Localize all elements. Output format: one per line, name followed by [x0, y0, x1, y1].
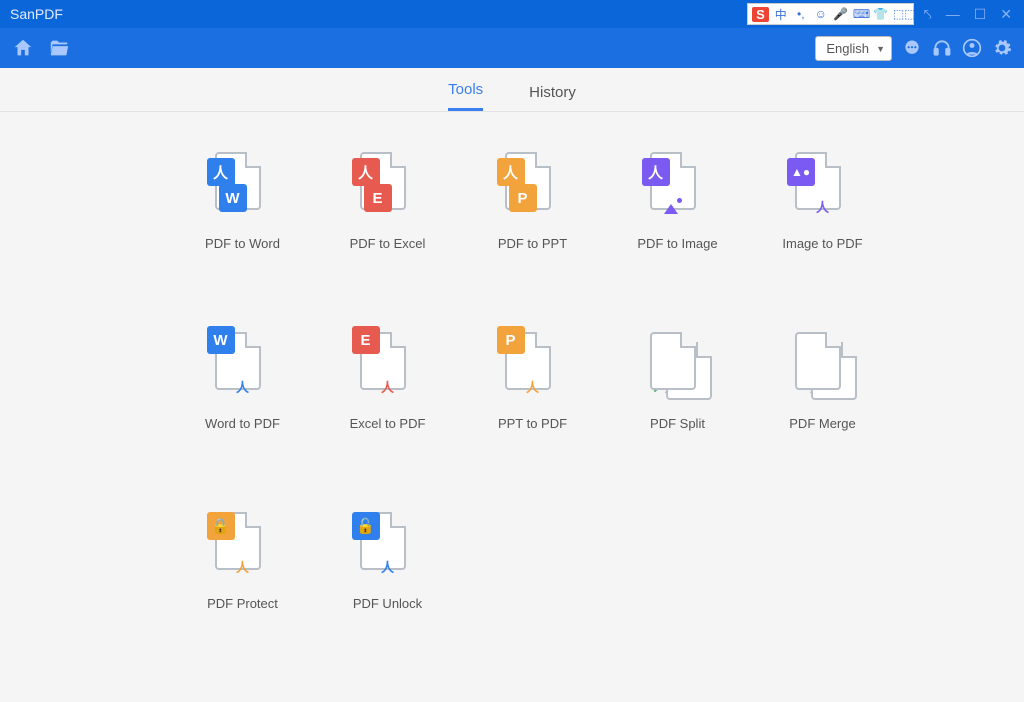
file-word-icon: 人 W	[215, 152, 271, 222]
title-bar: SanPDF S 中 •, ☺ 🎤 ⌨ 👕 ⬚⬚ ⤣ — ☐ ✕	[0, 0, 1024, 28]
file-split-icon: 人	[650, 332, 706, 402]
language-select[interactable]: English	[815, 36, 892, 61]
close-icon[interactable]: ✕	[996, 6, 1016, 23]
tool-word-to-pdf[interactable]: W 人 Word to PDF	[170, 332, 315, 502]
file-lock-icon: 🔒 人	[215, 512, 271, 582]
tool-pdf-to-word[interactable]: 人 W PDF to Word	[170, 152, 315, 322]
main-toolbar: English	[0, 28, 1024, 68]
tool-label: PDF Split	[650, 416, 705, 431]
ime-lang-icon[interactable]: 中	[773, 6, 789, 23]
tool-label: Word to PDF	[205, 416, 280, 431]
tool-label: PDF to Excel	[350, 236, 426, 251]
tool-pdf-to-ppt[interactable]: 人 P PDF to PPT	[460, 152, 605, 322]
tool-label: PDF Protect	[207, 596, 278, 611]
ime-skin-icon[interactable]: 👕	[873, 7, 889, 21]
language-value: English	[826, 41, 869, 56]
ime-keyboard-icon[interactable]: ⌨	[853, 7, 869, 21]
ime-toolbox-icon[interactable]: ⬚⬚	[893, 7, 909, 21]
tool-excel-to-pdf[interactable]: E 人 Excel to PDF	[315, 332, 460, 502]
tab-tools[interactable]: Tools	[448, 81, 483, 111]
tool-label: PDF to Word	[205, 236, 280, 251]
tool-label: PPT to PDF	[498, 416, 567, 431]
file-image-out-icon: 人	[650, 152, 706, 222]
pin-icon[interactable]: ⤣	[920, 6, 936, 23]
home-icon[interactable]	[12, 37, 34, 59]
maximize-icon[interactable]: ☐	[970, 6, 991, 23]
ime-voice-icon[interactable]: 🎤	[833, 7, 849, 21]
tool-pdf-to-excel[interactable]: 人 E PDF to Excel	[315, 152, 460, 322]
tool-label: Image to PDF	[782, 236, 862, 251]
file-ppt-in-icon: P 人	[505, 332, 561, 402]
file-merge-icon: 人 → ←	[795, 332, 851, 402]
ime-emoji-icon[interactable]: ☺	[813, 7, 829, 21]
ime-logo-icon: S	[752, 7, 769, 22]
tool-ppt-to-pdf[interactable]: P 人 PPT to PDF	[460, 332, 605, 502]
tool-label: PDF Merge	[789, 416, 855, 431]
tool-pdf-unlock[interactable]: 🔓 人 PDF Unlock	[315, 512, 460, 682]
app-title: SanPDF	[0, 6, 63, 22]
minimize-icon[interactable]: —	[942, 6, 964, 22]
chat-icon[interactable]	[902, 38, 922, 58]
open-folder-icon[interactable]	[48, 37, 70, 59]
ime-toolbar: S 中 •, ☺ 🎤 ⌨ 👕 ⬚⬚	[747, 3, 914, 25]
tool-image-to-pdf[interactable]: ▲● 人 Image to PDF	[750, 152, 895, 322]
tab-bar: Tools History	[0, 68, 1024, 112]
tool-label: PDF to PPT	[498, 236, 567, 251]
tool-pdf-protect[interactable]: 🔒 人 PDF Protect	[170, 512, 315, 682]
tool-pdf-merge[interactable]: 人 → ← PDF Merge	[750, 332, 895, 502]
headphones-icon[interactable]	[932, 38, 952, 58]
file-ppt-icon: 人 P	[505, 152, 561, 222]
file-image-in-icon: ▲● 人	[795, 152, 851, 222]
tool-label: Excel to PDF	[350, 416, 426, 431]
tools-grid: 人 W PDF to Word 人 E PDF to Excel 人 P PDF…	[0, 112, 1024, 702]
file-excel-in-icon: E 人	[360, 332, 416, 402]
tab-history[interactable]: History	[529, 84, 576, 111]
file-word-in-icon: W 人	[215, 332, 271, 402]
settings-gear-icon[interactable]	[992, 38, 1012, 58]
user-icon[interactable]	[962, 38, 982, 58]
tool-pdf-to-image[interactable]: 人 PDF to Image	[605, 152, 750, 322]
tool-pdf-split[interactable]: 人 PDF Split	[605, 332, 750, 502]
tool-label: PDF Unlock	[353, 596, 422, 611]
ime-punct-icon[interactable]: •,	[793, 7, 809, 21]
file-excel-icon: 人 E	[360, 152, 416, 222]
file-unlock-icon: 🔓 人	[360, 512, 416, 582]
tool-label: PDF to Image	[637, 236, 717, 251]
